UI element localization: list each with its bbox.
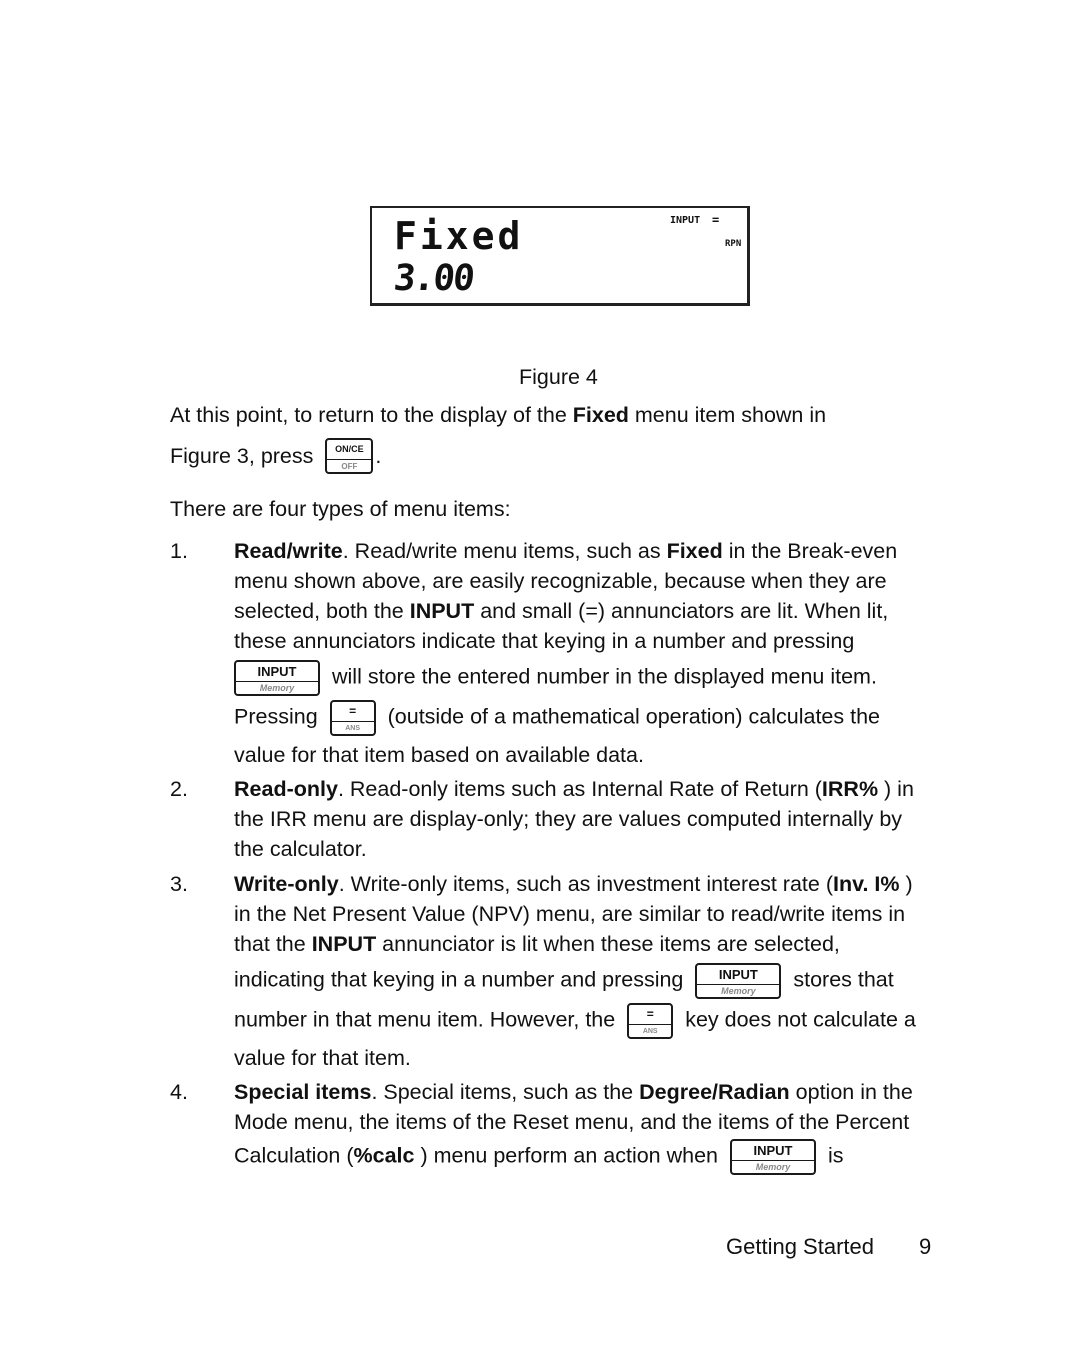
item-text: will store the entered number in the dis…	[331, 664, 877, 689]
item-text: indicating that keying in a number and p…	[234, 967, 684, 992]
annunciator-equals: =	[712, 213, 720, 227]
key-top-label: INPUT	[697, 965, 780, 985]
item-line: the calculator.	[234, 837, 367, 861]
key-top-label: =	[331, 702, 374, 722]
intro-bold-fixed: Fixed	[572, 403, 629, 427]
item-text: is	[827, 1143, 844, 1168]
lcd-menu-item: Fixed	[394, 214, 524, 258]
item-line: Special items. Special items, such as th…	[234, 1077, 954, 1107]
item-number: 4.	[170, 1080, 188, 1104]
types-intro: There are four types of menu items:	[170, 497, 511, 521]
item-text: number in that menu item. However, the	[234, 1007, 616, 1032]
key-bottom-label: ANS	[345, 725, 361, 732]
item-text: . Read/write menu items, such as	[342, 539, 667, 563]
item-line: Pressing = ANS (outside of a mathematica…	[234, 700, 954, 740]
item-line: INPUT Memory will store the entered numb…	[234, 660, 954, 698]
figure-caption: Figure 4	[519, 365, 598, 389]
item-text: and small (=) annunciators are lit. When…	[474, 599, 889, 623]
item-line: indicating that keying in a number and p…	[234, 963, 954, 1001]
item-text: annunciator is lit when these items are …	[376, 932, 840, 956]
item-title: Read-only	[234, 777, 338, 801]
intro-line-1: At this point, to return to the display …	[170, 400, 826, 430]
item-line: value for that item based on available d…	[234, 743, 644, 767]
page-number: 9	[919, 1234, 932, 1259]
intro-text: At this point, to return to the display …	[170, 403, 573, 427]
input-key-icon: INPUT Memory	[730, 1139, 816, 1175]
item-text: )	[899, 872, 913, 896]
input-key-icon: INPUT Memory	[234, 660, 320, 696]
intro-text: Figure 3, press	[170, 444, 314, 468]
item-line: Read/write. Read/write menu items, such …	[234, 536, 954, 566]
item-title: Read/write	[234, 539, 343, 563]
key-top-label: INPUT	[236, 662, 318, 682]
equals-key-icon: = ANS	[329, 700, 376, 736]
key-bottom-label: Memory	[259, 683, 295, 693]
item-bold-term: IRR%	[821, 777, 879, 801]
item-text: ) menu perform an action when	[414, 1143, 719, 1168]
item-line: the IRR menu are display-only; they are …	[234, 807, 903, 831]
list-item-write-only: Write-only. Write-only items, such as in…	[234, 869, 954, 1073]
item-bold-term: INPUT	[409, 599, 475, 623]
key-bottom-label: Memory	[721, 986, 756, 996]
item-line: that the INPUT annunciator is lit when t…	[234, 929, 954, 959]
item-text: ) in	[878, 777, 914, 801]
key-bottom-label: OFF	[341, 462, 358, 471]
list-item-read-only: Read-only. Read-only items such as Inter…	[234, 774, 954, 864]
input-key-icon: INPUT Memory	[695, 963, 782, 999]
key-bottom-label: ANS	[642, 1028, 658, 1035]
lcd-display-figure: Fixed 3.00 INPUT = RPN	[370, 206, 750, 306]
lcd-value: 3.00	[391, 258, 475, 299]
item-text: in the Break-even	[722, 539, 898, 563]
item-text: option in the	[789, 1080, 913, 1104]
item-line: Calculation (%calc ) menu perform an act…	[234, 1139, 954, 1179]
intro-text: .	[375, 444, 382, 468]
item-line: selected, both the INPUT and small (=) a…	[234, 596, 954, 626]
footer-section-title: Getting Started	[726, 1234, 874, 1259]
key-top-label: INPUT	[732, 1141, 814, 1161]
item-number: 2.	[170, 777, 188, 801]
item-text: selected, both the	[234, 599, 410, 623]
item-line: in the Net Present Value (NPV) menu, are…	[234, 902, 906, 926]
key-top-label: =	[629, 1005, 672, 1025]
item-number: 3.	[170, 872, 188, 896]
item-text: (outside of a mathematical operation) ca…	[387, 704, 881, 729]
item-title: Write-only	[234, 872, 339, 896]
item-line: these annunciators indicate that keying …	[234, 629, 855, 653]
item-bold-term: %calc	[353, 1143, 415, 1168]
key-top-label: ON/CE	[327, 440, 372, 460]
on-off-key-icon: ON/CE OFF	[325, 438, 374, 474]
item-line: Mode menu, the items of the Reset menu, …	[234, 1110, 910, 1134]
item-text: Calculation (	[234, 1143, 354, 1168]
intro-line-2: Figure 3, press ON/CE OFF .	[170, 438, 381, 474]
item-text: key does not calculate a	[685, 1007, 916, 1032]
item-line: Read-only. Read-only items such as Inter…	[234, 774, 954, 804]
item-bold-term: Fixed	[666, 539, 723, 563]
item-text: . Special items, such as the	[371, 1080, 640, 1104]
item-bold-term: Degree/Radian	[639, 1080, 790, 1104]
annunciator-input: INPUT	[670, 215, 701, 226]
key-bottom-label: Memory	[755, 1162, 791, 1172]
item-line: menu shown above, are easily recognizabl…	[234, 569, 887, 593]
item-bold-term: Inv. I%	[833, 872, 900, 896]
item-text: . Read-only items such as Internal Rate …	[337, 777, 822, 801]
list-item-special: Special items. Special items, such as th…	[234, 1077, 954, 1179]
item-line: number in that menu item. However, the =…	[234, 1003, 954, 1043]
equals-key-icon: = ANS	[627, 1003, 674, 1039]
annunciator-rpn: RPN	[725, 239, 742, 249]
item-text: that the	[234, 932, 312, 956]
item-text: Pressing	[234, 704, 318, 729]
intro-text: menu item shown in	[628, 403, 827, 427]
item-number: 1.	[170, 539, 188, 563]
item-bold-term: INPUT	[311, 932, 377, 956]
list-item-read-write: Read/write. Read/write menu items, such …	[234, 536, 954, 770]
item-title: Special items	[234, 1080, 372, 1104]
item-line: value for that item.	[234, 1046, 411, 1070]
item-line: Write-only. Write-only items, such as in…	[234, 869, 954, 899]
item-text: stores that	[793, 967, 894, 992]
item-text: . Write-only items, such as investment i…	[338, 872, 833, 896]
